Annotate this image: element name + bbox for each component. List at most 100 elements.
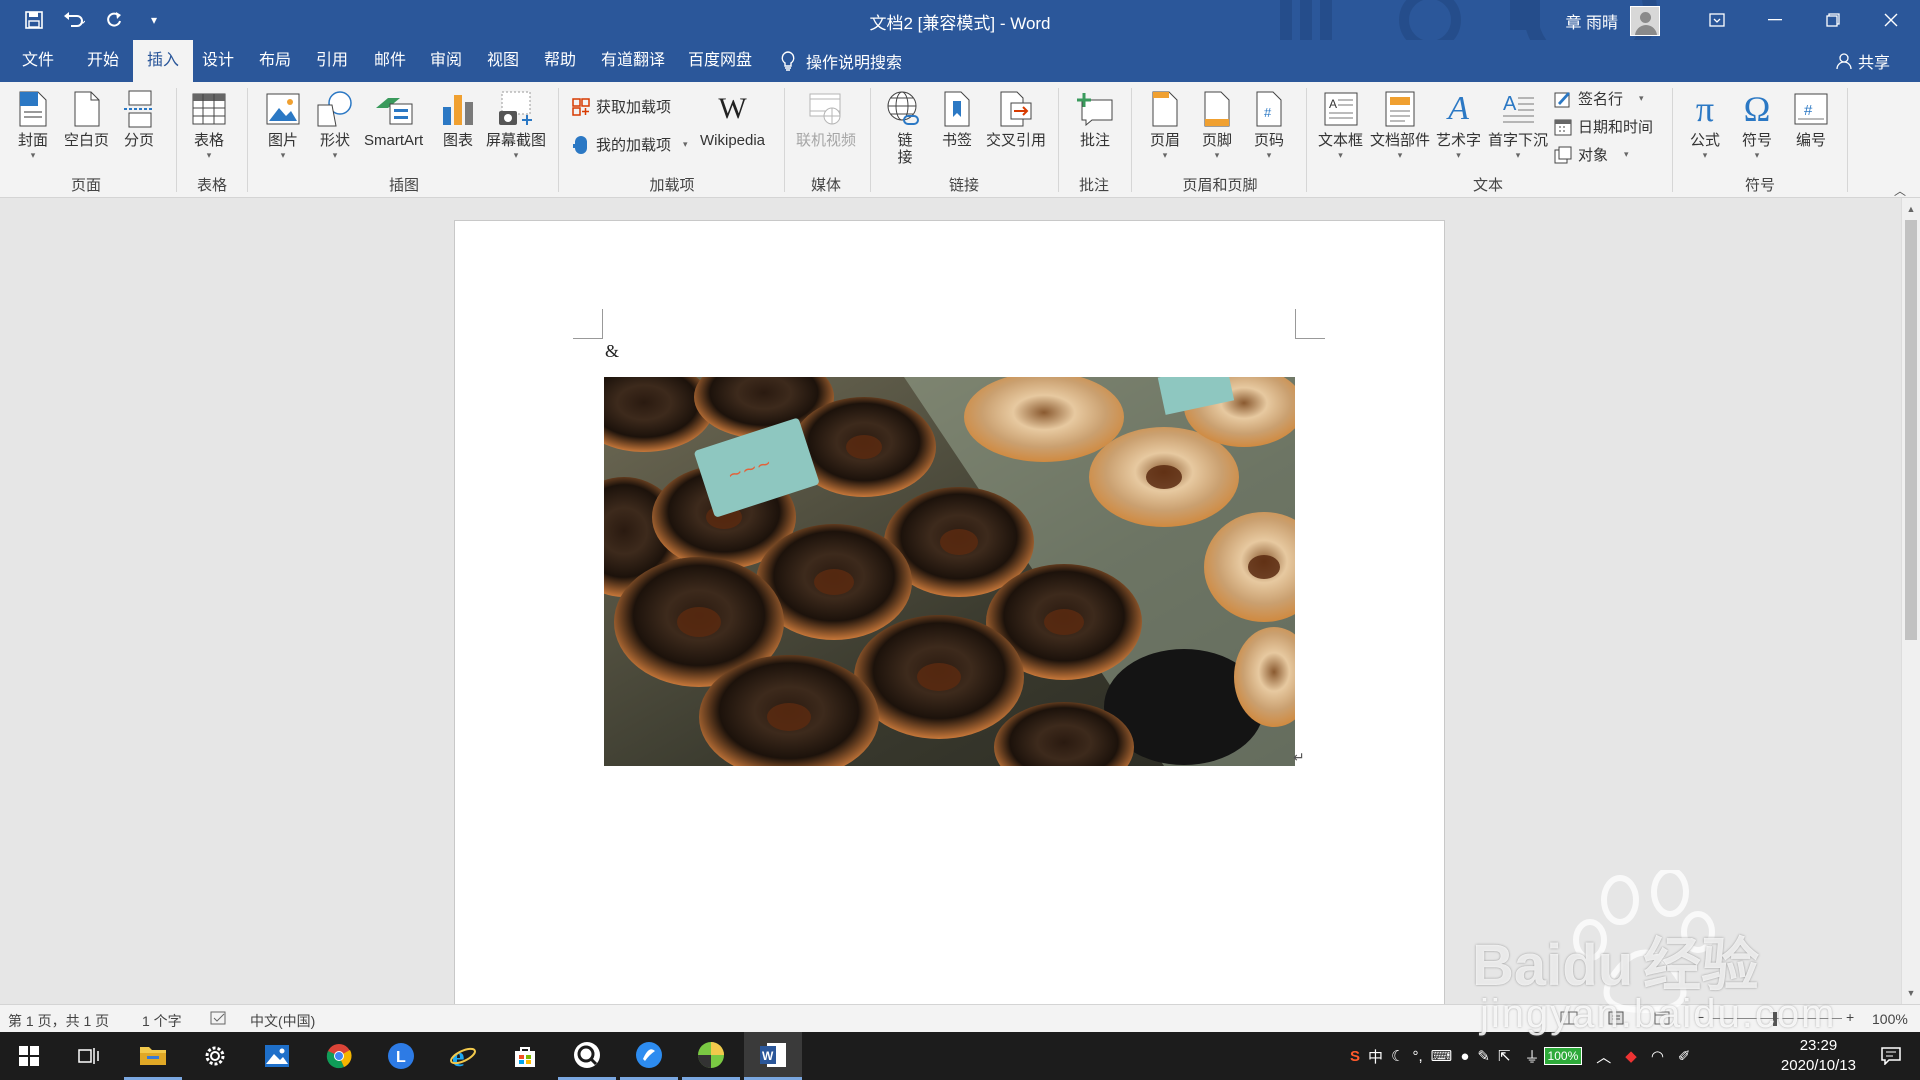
- wordart-button[interactable]: A 艺术字 ▾: [1436, 90, 1481, 161]
- tab-help[interactable]: 帮助: [530, 40, 590, 82]
- chart-button[interactable]: 图表: [441, 90, 475, 149]
- punctuation-icon[interactable]: °,: [1412, 1048, 1422, 1065]
- start-button[interactable]: [0, 1032, 58, 1080]
- bookmark-button[interactable]: 书签: [942, 90, 972, 149]
- feishu-app-button[interactable]: [620, 1032, 678, 1080]
- print-layout-icon[interactable]: [1608, 1011, 1624, 1028]
- tab-review[interactable]: 审阅: [416, 40, 476, 82]
- date-time-button[interactable]: 日期和时间: [1554, 116, 1653, 137]
- power-plug-icon[interactable]: ⏚: [1525, 1046, 1540, 1067]
- quick-parts-button[interactable]: 文档部件 ▾: [1370, 90, 1430, 161]
- pen-icon[interactable]: ✐: [1678, 1047, 1691, 1065]
- inline-picture[interactable]: ~~~: [604, 377, 1295, 766]
- tab-file[interactable]: 文件: [8, 40, 68, 82]
- get-addins-button[interactable]: 获取加载项: [572, 96, 671, 117]
- tab-baidu-pan[interactable]: 百度网盘: [674, 40, 766, 82]
- vertical-scrollbar[interactable]: ▲ ▼: [1901, 198, 1920, 1004]
- l-app-button[interactable]: L: [372, 1032, 430, 1080]
- restore-button[interactable]: [1804, 0, 1862, 40]
- word-count[interactable]: 1 个字: [142, 1011, 182, 1031]
- close-button[interactable]: [1862, 0, 1920, 40]
- page-number-button[interactable]: # 页码 ▾: [1254, 90, 1284, 161]
- document-page[interactable]: & ~~~ ↵: [454, 220, 1445, 1004]
- tools-icon[interactable]: ✎: [1477, 1047, 1490, 1065]
- text-box-button[interactable]: A 文本框 ▾: [1318, 90, 1363, 161]
- zoom-out-icon[interactable]: −: [1696, 1009, 1704, 1025]
- expand-icon[interactable]: ⇱: [1498, 1047, 1511, 1065]
- word-app-button[interactable]: W: [744, 1032, 802, 1080]
- zoom-slider[interactable]: [1712, 1018, 1842, 1019]
- chrome-button[interactable]: [310, 1032, 368, 1080]
- store-button[interactable]: [496, 1032, 554, 1080]
- user-tray-icon[interactable]: ●: [1460, 1048, 1469, 1065]
- equation-button[interactable]: π 公式 ▾: [1690, 89, 1720, 161]
- moon-icon[interactable]: ☾: [1391, 1047, 1404, 1065]
- action-center-button[interactable]: [1862, 1032, 1920, 1080]
- scroll-down-icon[interactable]: ▼: [1902, 984, 1920, 1002]
- tab-mailings[interactable]: 邮件: [360, 40, 420, 82]
- antivirus-icon[interactable]: ◆: [1625, 1047, 1637, 1065]
- ribbon-display-options-button[interactable]: [1688, 0, 1746, 40]
- link-button[interactable]: 链 接: [886, 90, 924, 166]
- keyboard-icon[interactable]: ⌨: [1431, 1047, 1453, 1065]
- signature-line-button[interactable]: 签名行 ▾: [1554, 88, 1644, 109]
- read-mode-icon[interactable]: [1560, 1011, 1578, 1028]
- battery-indicator[interactable]: 100%: [1543, 1047, 1583, 1065]
- numbering-button[interactable]: # 编号: [1794, 90, 1828, 149]
- web-layout-icon[interactable]: [1654, 1011, 1670, 1028]
- collapse-ribbon-icon[interactable]: ︿: [1894, 182, 1906, 199]
- footer-button[interactable]: 页脚 ▾: [1202, 90, 1232, 161]
- ie-browser-button[interactable]: e: [434, 1032, 492, 1080]
- share-button[interactable]: 共享: [1836, 40, 1890, 82]
- scroll-thumb[interactable]: [1905, 220, 1917, 640]
- minimize-button[interactable]: [1746, 0, 1804, 40]
- avatar[interactable]: [1630, 6, 1660, 36]
- smartart-button[interactable]: SmartArt: [364, 90, 423, 149]
- search-app-button[interactable]: [558, 1032, 616, 1080]
- wikipedia-button[interactable]: W Wikipedia: [700, 90, 765, 149]
- blank-page-button[interactable]: 空白页: [64, 90, 109, 149]
- sogou-ime-icon[interactable]: S: [1350, 1048, 1360, 1065]
- symbol-button[interactable]: Ω 符号 ▾: [1742, 89, 1772, 161]
- photos-app-button[interactable]: [248, 1032, 306, 1080]
- task-view-button[interactable]: [60, 1032, 118, 1080]
- header-button[interactable]: 页眉 ▾: [1150, 90, 1180, 161]
- tab-view[interactable]: 视图: [473, 40, 533, 82]
- language-indicator[interactable]: 中文(中国): [250, 1011, 315, 1031]
- zoom-in-icon[interactable]: +: [1846, 1009, 1854, 1025]
- clock[interactable]: 23:29 2020/10/13: [1781, 1036, 1856, 1076]
- tab-youdao[interactable]: 有道翻译: [587, 40, 679, 82]
- object-button[interactable]: 对象 ▾: [1554, 144, 1629, 165]
- page-count[interactable]: 第 1 页，共 1 页: [8, 1011, 109, 1031]
- proofing-icon[interactable]: [210, 1011, 228, 1028]
- online-video-button[interactable]: 联机视频: [796, 90, 856, 149]
- tab-home[interactable]: 开始: [73, 40, 133, 82]
- comment-button[interactable]: 批注: [1076, 90, 1114, 149]
- ime-mode[interactable]: 中: [1368, 1046, 1383, 1067]
- document-text[interactable]: &: [605, 341, 619, 362]
- tell-me-search[interactable]: 操作说明搜索: [780, 40, 902, 82]
- zoom-slider-thumb[interactable]: [1773, 1012, 1777, 1026]
- document-area[interactable]: & ~~~ ↵: [0, 198, 1901, 1004]
- media-app-button[interactable]: [682, 1032, 740, 1080]
- cross-reference-button[interactable]: 交叉引用: [986, 90, 1046, 149]
- cover-page-button[interactable]: 封面 ▾: [18, 90, 48, 161]
- tab-design[interactable]: 设计: [188, 40, 248, 82]
- zoom-level[interactable]: 100%: [1872, 1011, 1908, 1027]
- page-break-button[interactable]: 分页: [123, 90, 155, 149]
- shapes-button[interactable]: 形状 ▾: [316, 90, 354, 161]
- picture-button[interactable]: 图片 ▾: [266, 90, 300, 161]
- settings-button[interactable]: [186, 1032, 244, 1080]
- my-addins-button[interactable]: 我的加载项 ▾: [572, 134, 688, 155]
- screenshot-button[interactable]: 屏幕截图 ▾: [486, 90, 546, 161]
- show-hidden-icons[interactable]: ︿: [1596, 1046, 1611, 1067]
- drop-cap-button[interactable]: A 首字下沉 ▾: [1488, 90, 1548, 161]
- file-explorer-button[interactable]: [124, 1032, 182, 1080]
- tab-layout[interactable]: 布局: [245, 40, 305, 82]
- user-account[interactable]: 章 雨晴: [1566, 6, 1660, 36]
- scroll-up-icon[interactable]: ▲: [1902, 200, 1920, 218]
- tab-insert[interactable]: 插入: [133, 40, 194, 82]
- wifi-icon[interactable]: ◠: [1651, 1047, 1664, 1065]
- table-button[interactable]: 表格 ▾: [192, 90, 226, 161]
- tab-references[interactable]: 引用: [302, 40, 362, 82]
